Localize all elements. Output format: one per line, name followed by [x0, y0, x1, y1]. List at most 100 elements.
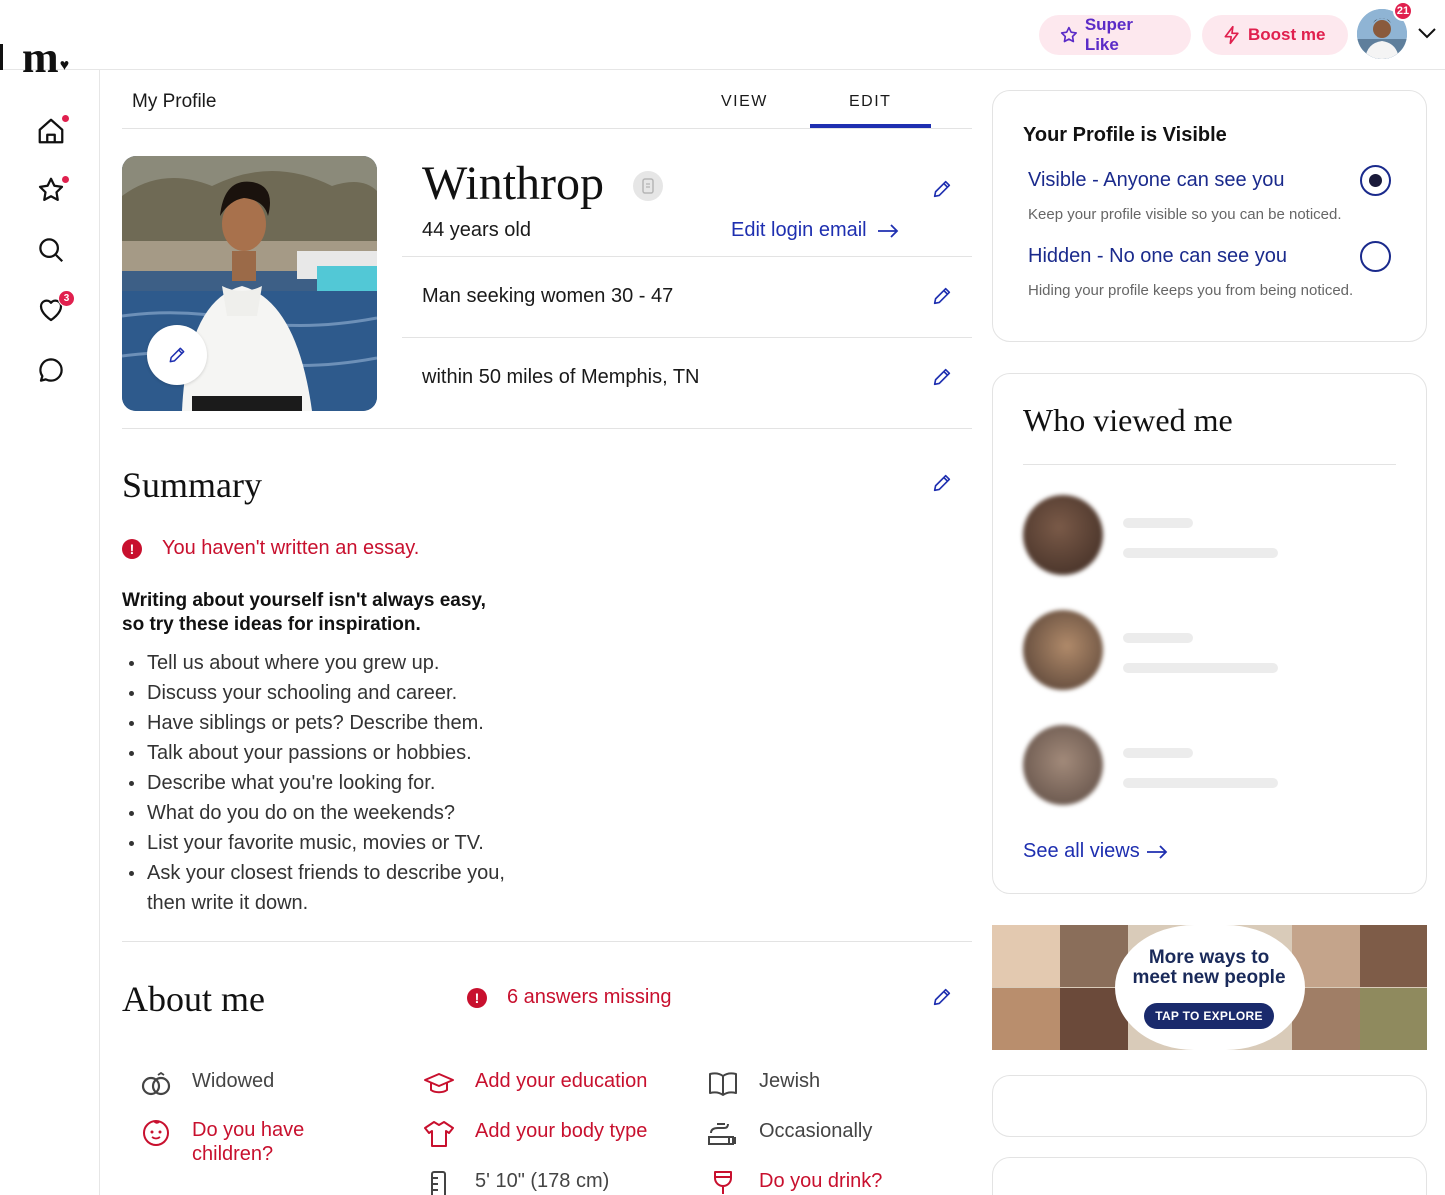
divider [402, 337, 972, 338]
about-item-label: Add your education [475, 1070, 648, 1092]
divider [122, 941, 972, 942]
empty-card [992, 1157, 1427, 1195]
placeholder-line [1123, 633, 1193, 643]
inspiration-list: Tell us about where you grew up. Discuss… [122, 648, 542, 918]
about-item-label: Occasionally [759, 1120, 873, 1142]
book-icon [709, 1072, 737, 1096]
list-item: Discuss your schooling and career. [122, 678, 542, 708]
arrow-right-icon [877, 223, 898, 238]
super-like-button[interactable]: Super Like [1039, 15, 1191, 55]
promo-headline: More ways to meet new people [1118, 948, 1300, 988]
about-drinking[interactable]: Do you drink? [707, 1170, 882, 1195]
answers-missing-alert[interactable]: ! 6 answers missing [467, 986, 672, 1009]
nav-search[interactable] [34, 233, 68, 267]
tabs-divider [122, 128, 972, 129]
smoking-icon [708, 1123, 736, 1145]
placeholder-line [1123, 778, 1278, 788]
likes-badge: 3 [58, 290, 75, 307]
about-item-label: 5' 10" (178 cm) [475, 1170, 610, 1192]
page-title: My Profile [132, 91, 217, 112]
placeholder-line [1123, 748, 1193, 758]
alert-icon: ! [122, 538, 142, 559]
favorites-notification-dot [61, 175, 70, 184]
divider [122, 428, 972, 429]
verification-badge[interactable] [633, 171, 663, 201]
essay-missing-alert[interactable]: ! You haven't written an essay. [122, 537, 419, 560]
see-all-views-label: See all views [1023, 840, 1140, 862]
about-item-label: Add your body type [475, 1120, 648, 1142]
edit-seeking-button[interactable] [930, 284, 954, 308]
location-preference: within 50 miles of Memphis, TN [422, 366, 700, 388]
about-title: About me [122, 979, 265, 1019]
edit-location-button[interactable] [930, 365, 954, 389]
essay-missing-text: You haven't written an essay. [162, 537, 420, 559]
pencil-icon [933, 180, 951, 198]
tab-view[interactable]: VIEW [721, 93, 768, 111]
about-item-label: Widowed [192, 1070, 275, 1092]
edit-login-email-link[interactable]: Edit login email [731, 219, 899, 242]
list-item: Describe what you're looking for. [122, 768, 542, 798]
pencil-icon [933, 474, 951, 492]
inspiration-heading-line2: so try these ideas for inspiration. [122, 614, 421, 635]
baby-icon [143, 1120, 169, 1146]
list-item: Ask your closest friends to describe you… [122, 858, 542, 918]
blurred-viewer-avatar[interactable] [1023, 610, 1103, 690]
about-body-type[interactable]: Add your body type [423, 1120, 647, 1148]
list-item: List your favorite music, movies or TV. [122, 828, 542, 858]
shirt-icon [424, 1121, 454, 1147]
rings-icon [141, 1072, 171, 1096]
placeholder-line [1123, 548, 1278, 558]
blurred-viewer-avatar[interactable] [1023, 495, 1103, 575]
empty-card [992, 1075, 1427, 1137]
chat-icon [39, 358, 63, 382]
tab-edit[interactable]: EDIT [849, 93, 891, 111]
hidden-option-description: Hiding your profile keeps you from being… [1028, 282, 1354, 299]
alert-icon: ! [467, 987, 487, 1008]
inspiration-heading: Writing about yourself isn't always easy… [122, 589, 542, 637]
promo-headline-line1: More ways to [1148, 947, 1270, 968]
visibility-title: Your Profile is Visible [1023, 124, 1227, 146]
edit-photo-button[interactable] [147, 325, 207, 385]
about-marital-status[interactable]: Widowed [140, 1070, 274, 1098]
about-item-label: Do you have children? [192, 1119, 305, 1165]
visible-option-description: Keep your profile visible so you can be … [1028, 206, 1342, 223]
list-item: Have siblings or pets? Describe them. [122, 708, 542, 738]
visible-radio[interactable] [1360, 165, 1391, 196]
hidden-radio[interactable] [1360, 241, 1391, 272]
chevron-down-icon[interactable] [1417, 26, 1437, 40]
promo-photo [992, 925, 1060, 987]
edit-name-button[interactable] [930, 177, 954, 201]
about-education[interactable]: Add your education [423, 1070, 647, 1098]
promo-headline-line2: meet new people [1132, 967, 1286, 988]
logo-edge [0, 44, 3, 70]
about-religion[interactable]: Jewish [707, 1070, 820, 1098]
pencil-icon [933, 368, 951, 386]
answers-missing-text: 6 answers missing [507, 986, 672, 1008]
hidden-option-label[interactable]: Hidden - No one can see you [1028, 245, 1287, 268]
wine-glass-icon [714, 1171, 732, 1195]
about-smoking[interactable]: Occasionally [707, 1120, 872, 1148]
search-icon [39, 238, 64, 263]
phone-verify-icon [642, 178, 654, 194]
seeking-preference: Man seeking women 30 - 47 [422, 285, 674, 307]
about-height[interactable]: 5' 10" (178 cm) [423, 1170, 609, 1195]
super-like-label: Super Like [1084, 15, 1134, 54]
list-item: Tell us about where you grew up. [122, 648, 542, 678]
star-outline-icon [1060, 26, 1078, 43]
blurred-viewer-avatar[interactable] [1023, 725, 1103, 805]
about-children[interactable]: Do you have children? [140, 1118, 322, 1166]
visible-option-label[interactable]: Visible - Anyone can see you [1028, 169, 1284, 192]
active-tab-indicator [810, 124, 931, 128]
promo-photo [1360, 925, 1427, 987]
profile-age: 44 years old [422, 219, 531, 241]
nav-messages[interactable] [34, 353, 68, 387]
boost-button[interactable]: Boost me [1202, 15, 1348, 55]
who-viewed-title: Who viewed me [1023, 402, 1233, 438]
divider [1023, 464, 1396, 465]
tap-to-explore-button[interactable]: TAP TO EXPLORE [1144, 1003, 1274, 1029]
see-all-views-link[interactable]: See all views [1023, 840, 1168, 863]
edit-about-button[interactable] [930, 985, 954, 1009]
pencil-icon [933, 287, 951, 305]
radio-selected-dot [1369, 174, 1382, 187]
edit-summary-button[interactable] [930, 471, 954, 495]
